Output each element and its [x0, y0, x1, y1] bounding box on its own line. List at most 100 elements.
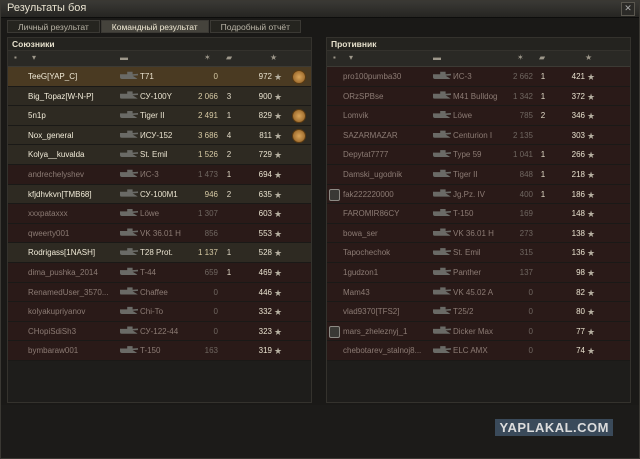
player-name[interactable]: RenamedUser_3570...: [28, 288, 118, 297]
medal-icon[interactable]: [292, 109, 306, 125]
player-name[interactable]: andrechelyshev: [28, 170, 118, 179]
tab-personal[interactable]: Личный результат: [7, 20, 100, 33]
kills-column-icon[interactable]: ▰: [539, 53, 545, 62]
player-row[interactable]: TeeG[YAP_C] T71 0 972 ★: [8, 67, 311, 87]
player-name[interactable]: Depytat7777: [343, 150, 431, 159]
chat-column-icon[interactable]: ▪: [333, 53, 336, 62]
tank-icon: [433, 149, 451, 159]
player-row[interactable]: Depytat7777 Type 59 1 041 1 266 ★: [327, 145, 630, 165]
player-name[interactable]: vlad9370[TFS2]: [343, 307, 431, 316]
tank-icon: [120, 110, 138, 120]
player-row[interactable]: fak222220000 Jg.Pz. IV 400 1 186 ★: [327, 184, 630, 205]
tank-icon: [120, 228, 138, 238]
player-name[interactable]: xxxpataxxx: [28, 209, 118, 218]
star-icon: ★: [587, 189, 596, 200]
player-name[interactable]: TeeG[YAP_C]: [28, 72, 118, 81]
vehicle-column-icon[interactable]: ▬: [433, 53, 441, 62]
player-name[interactable]: bymbaraw001: [28, 346, 118, 355]
player-row[interactable]: Rodrigass[1NASH] T28 Prot. 1 137 1 528 ★: [8, 243, 311, 263]
tab-bar: Личный результат Командный результат Под…: [7, 20, 302, 34]
player-row[interactable]: bymbaraw001 T-150 163 319 ★: [8, 341, 311, 361]
player-column-icon[interactable]: ▾: [32, 53, 36, 62]
player-row[interactable]: bowa_ser VK 36.01 H 273 138 ★: [327, 223, 630, 244]
xp-value: 729: [258, 150, 272, 160]
player-row[interactable]: pro100pumba30 ИС-3 2 662 1 421 ★: [327, 67, 630, 87]
player-row[interactable]: qweerty001 VK 36.01 H 856 553 ★: [8, 223, 311, 244]
star-icon: ★: [274, 111, 283, 122]
tank-silhouette-icon: [120, 228, 138, 236]
player-row[interactable]: Damski_ugodnik Tiger II 848 1 218 ★: [327, 164, 630, 185]
player-name[interactable]: Tapochechok: [343, 248, 431, 257]
player-row[interactable]: vlad9370[TFS2] T25/2 0 80 ★: [327, 302, 630, 322]
player-name[interactable]: Damski_ugodnik: [343, 170, 431, 179]
player-name[interactable]: Big_Topaz[W-N-P]: [28, 92, 118, 101]
xp-value: 972: [258, 72, 272, 81]
tab-detailed[interactable]: Подробный отчёт: [209, 20, 301, 33]
player-row[interactable]: CHopiSdiSh3 СУ-122-44 0 323 ★: [8, 321, 311, 342]
tank-silhouette-icon: [433, 130, 451, 138]
player-row[interactable]: chebotarev_stalnoj8... ELC AMX 0 74 ★: [327, 341, 630, 361]
player-name[interactable]: pro100pumba30: [343, 72, 431, 81]
chat-column-icon[interactable]: ▪: [14, 53, 17, 62]
player-row[interactable]: xxxpataxxx Löwe 1 307 603 ★: [8, 204, 311, 224]
player-row[interactable]: Mam43 VK 45.02 A 0 82 ★: [327, 282, 630, 303]
xp-value: 528: [258, 248, 272, 258]
player-name[interactable]: bowa_ser: [343, 229, 431, 238]
tank-icon: [433, 326, 451, 336]
player-row[interactable]: 1gudzon1 Panther 137 98 ★: [327, 262, 630, 283]
player-row[interactable]: ORzSPBse M41 Bulldog 1 342 1 372 ★: [327, 86, 630, 107]
player-name[interactable]: FAROMIR86CY: [343, 209, 431, 218]
player-row[interactable]: kolyakupriyanov Chi-To 0 332 ★: [8, 302, 311, 322]
player-row[interactable]: dima_pushka_2014 T-44 659 1 469 ★: [8, 262, 311, 283]
player-name[interactable]: Lomvik: [343, 111, 431, 120]
player-row[interactable]: FAROMIR86CY T-150 169 148 ★: [327, 204, 630, 224]
damage-column-icon[interactable]: ✶: [204, 53, 211, 62]
player-name[interactable]: SAZARMAZAR: [343, 131, 431, 140]
close-icon[interactable]: ✕: [621, 2, 635, 16]
player-name[interactable]: Mam43: [343, 288, 431, 297]
player-name[interactable]: Rodrigass[1NASH]: [28, 248, 118, 257]
player-row[interactable]: Big_Topaz[W-N-P] СУ-100Y 2 066 3 900 ★: [8, 86, 311, 107]
tank-silhouette-icon: [120, 110, 138, 119]
xp-column-icon[interactable]: ★: [270, 53, 277, 62]
player-row[interactable]: mars_zheleznyj_1 Dicker Max 0 77 ★: [327, 321, 630, 342]
player-name[interactable]: 5n1p: [28, 111, 118, 120]
player-name[interactable]: chebotarev_stalnoj8...: [343, 346, 431, 355]
tank-icon: [120, 169, 138, 179]
tank-icon: [433, 110, 451, 120]
medal-icon[interactable]: [292, 70, 306, 86]
player-name[interactable]: dima_pushka_2014: [28, 268, 118, 277]
damage-value: 856: [204, 228, 218, 238]
player-row[interactable]: kfjdhvkvn[TMB68] СУ-100М1 946 2 635 ★: [8, 184, 311, 205]
damage-value: 0: [213, 307, 218, 317]
player-name[interactable]: ORzSPBse: [343, 92, 431, 101]
player-name[interactable]: kolyakupriyanov: [28, 307, 118, 316]
kills-column-icon[interactable]: ▰: [226, 53, 232, 62]
window-title: Результаты боя: [7, 2, 87, 14]
player-row[interactable]: SAZARMAZAR Centurion I 2 135 303 ★: [327, 125, 630, 146]
player-row[interactable]: Kolya__kuvalda St. Emil 1 526 2 729 ★: [8, 145, 311, 165]
watermark: YAPLAKAL.COM: [495, 419, 613, 436]
player-name[interactable]: kfjdhvkvn[TMB68]: [28, 190, 118, 199]
allies-panel: Союзники ▪ ▾ ▬ ✶ ▰ ★ TeeG[YAP_C] T71 0 972 ★…: [7, 37, 312, 403]
xp-column-icon[interactable]: ★: [585, 53, 592, 62]
player-row[interactable]: 5n1p Tiger II 2 491 1 829 ★: [8, 106, 311, 126]
player-row[interactable]: andrechelyshev ИС-3 1 473 1 694 ★: [8, 164, 311, 185]
vehicle-column-icon[interactable]: ▬: [120, 53, 128, 62]
player-row[interactable]: Nox_general ИСУ-152 3 686 4 811 ★: [8, 125, 311, 146]
player-row[interactable]: Lomvik Löwe 785 2 346 ★: [327, 106, 630, 126]
medal-icon[interactable]: [292, 128, 306, 145]
player-name[interactable]: Kolya__kuvalda: [28, 150, 118, 159]
player-name[interactable]: Nox_general: [28, 131, 118, 140]
tab-team[interactable]: Командный результат: [100, 20, 209, 33]
tank-silhouette-icon: [433, 248, 451, 256]
player-row[interactable]: Tapochechok St. Emil 315 136 ★: [327, 243, 630, 263]
player-name[interactable]: mars_zheleznyj_1: [343, 327, 431, 336]
player-column-icon[interactable]: ▾: [349, 53, 353, 62]
player-name[interactable]: qweerty001: [28, 229, 118, 238]
damage-column-icon[interactable]: ✶: [517, 53, 524, 62]
player-name[interactable]: fak222220000: [343, 190, 431, 199]
player-row[interactable]: RenamedUser_3570... Chaffee 0 446 ★: [8, 282, 311, 303]
player-name[interactable]: 1gudzon1: [343, 268, 431, 277]
player-name[interactable]: CHopiSdiSh3: [28, 327, 118, 336]
